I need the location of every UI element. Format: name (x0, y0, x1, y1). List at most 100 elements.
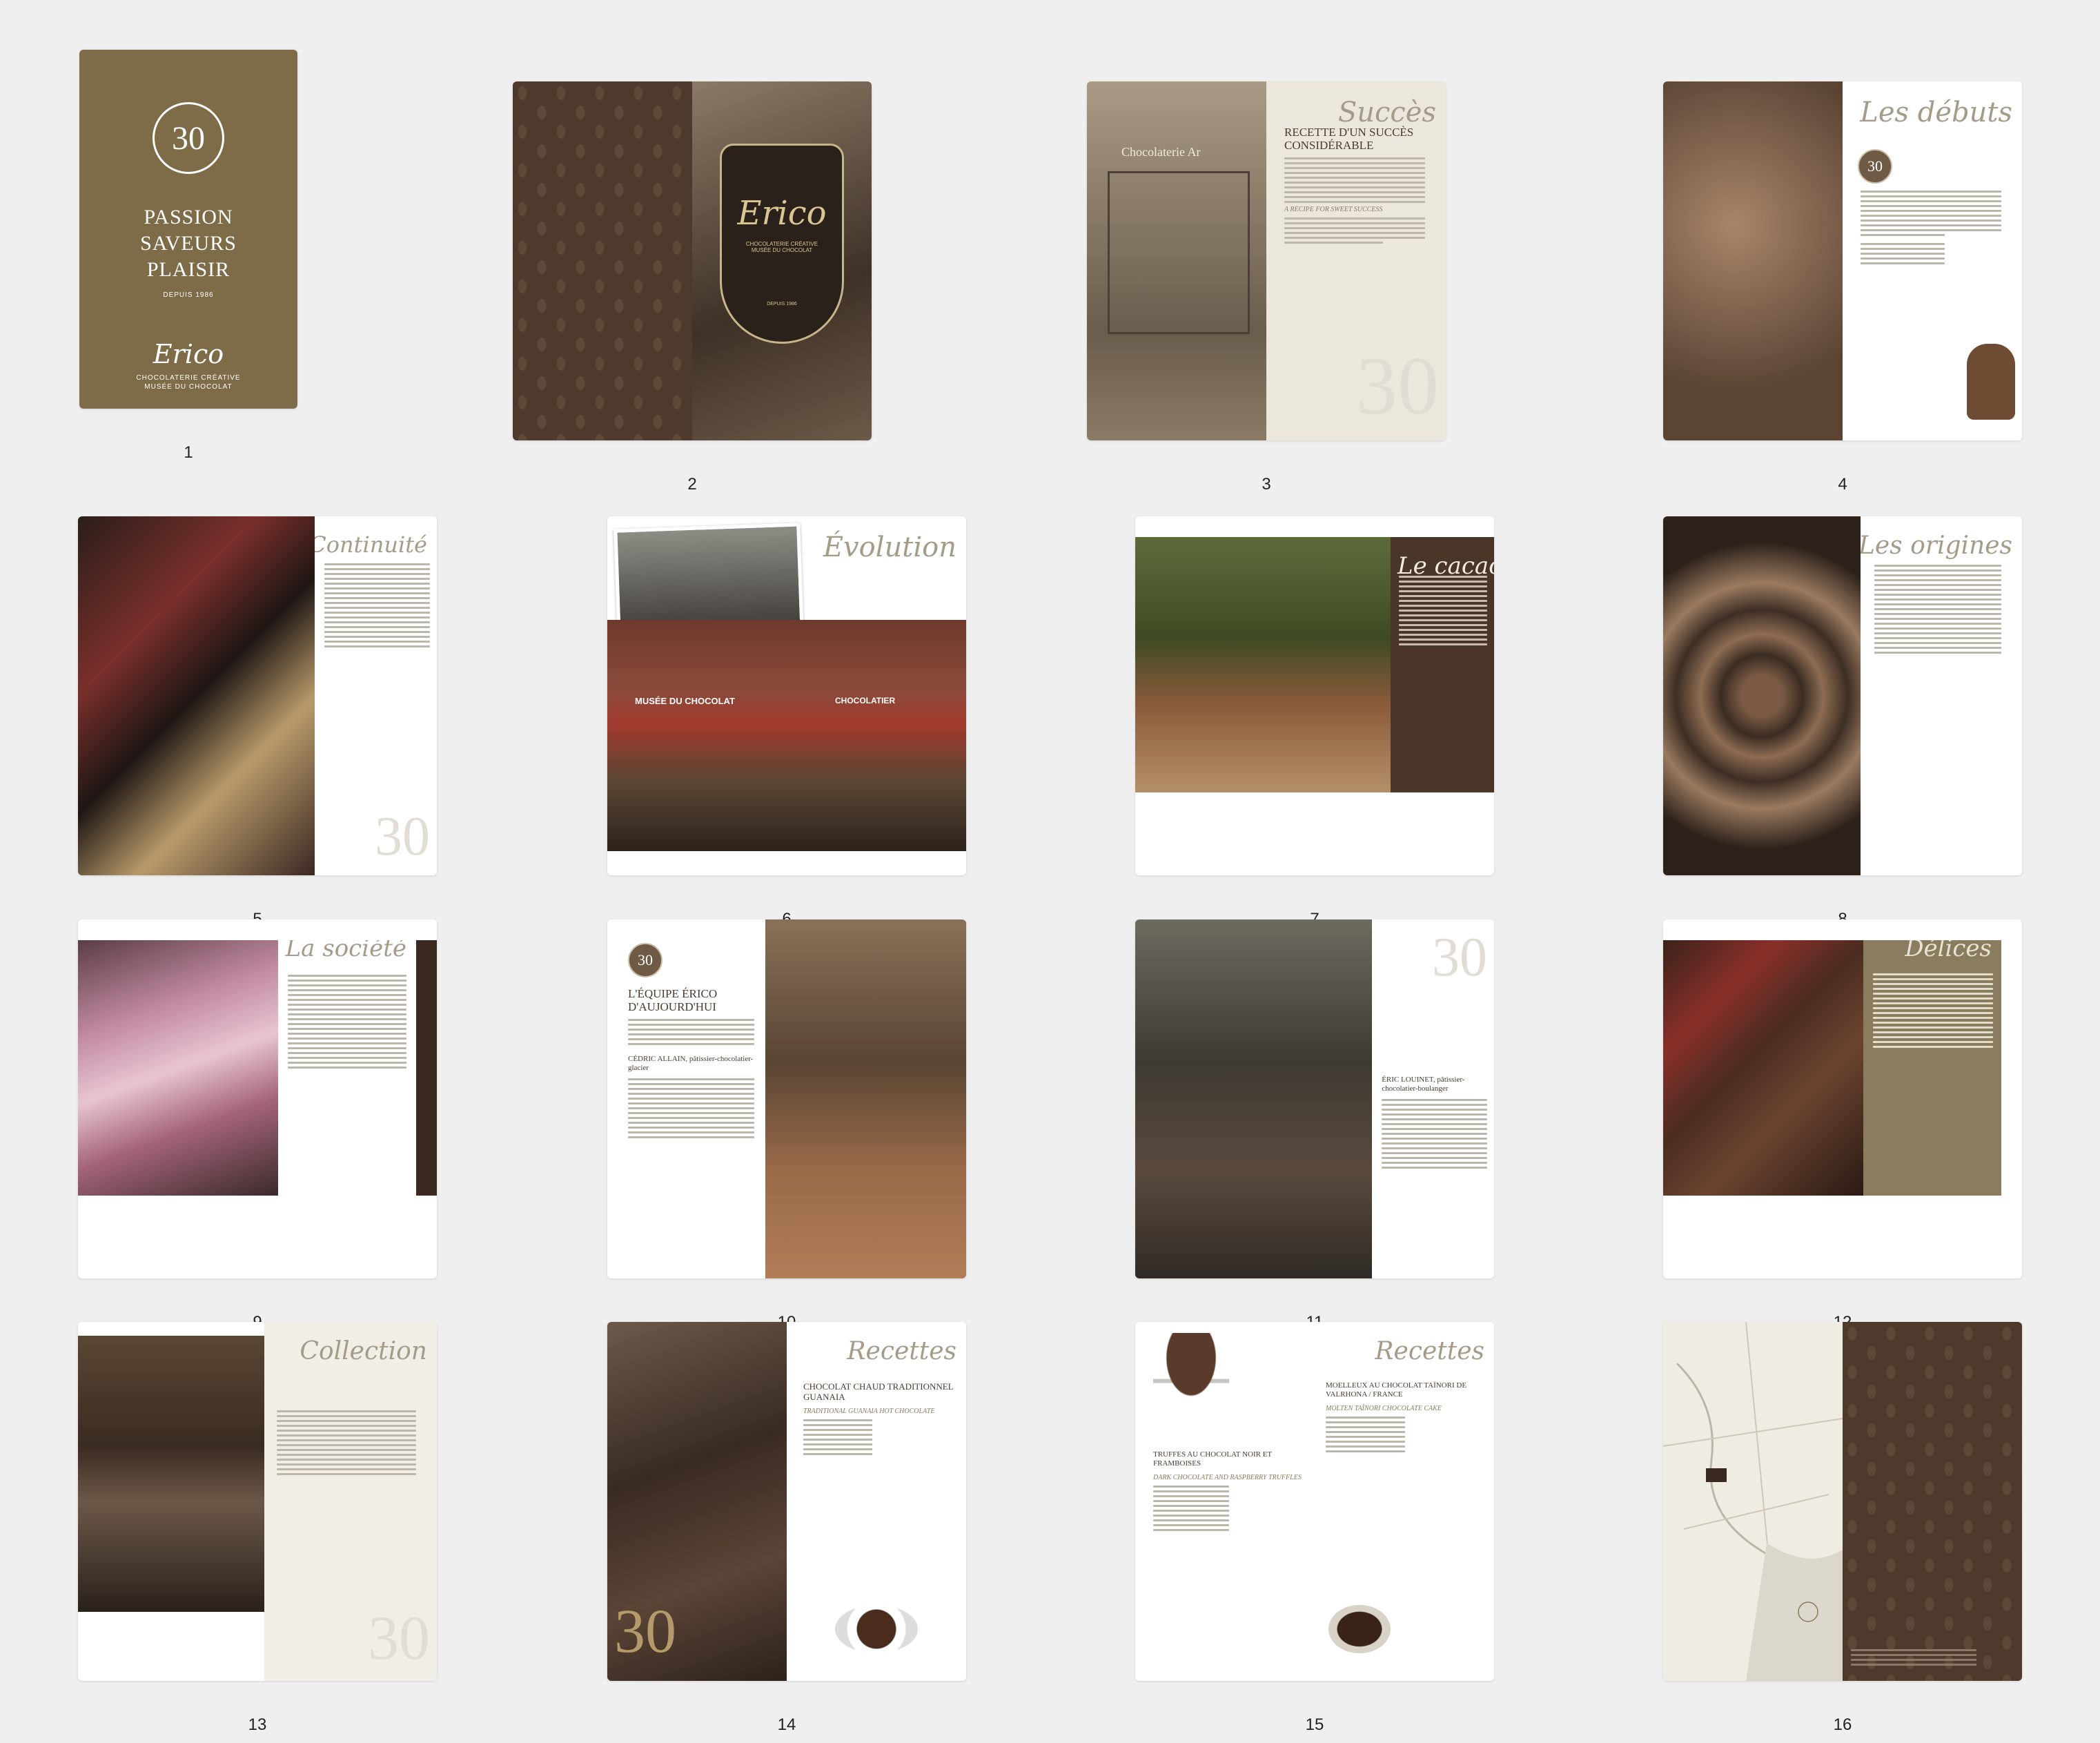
text-page: Les débuts 30 (1843, 81, 2022, 440)
spread: Collection 30 (78, 1322, 437, 1681)
photo-chef-eric (1135, 919, 1373, 1278)
text-page: Continuité 30 (315, 516, 437, 875)
cover-desc: MUSÉE DU CHOCOLAT (144, 383, 233, 391)
sign-line: MUSÉE DU CHOCOLAT (751, 247, 813, 253)
text-page: Collection 30 (264, 1322, 437, 1681)
cover-tagline: SAVEURS (140, 232, 237, 255)
page-number: 14 (777, 1715, 796, 1734)
page-thumbnail-13[interactable]: Collection 30 13 (23, 1322, 547, 1743)
awning-text: MUSÉE DU CHOCOLAT (635, 696, 735, 706)
page-thumbnail-15[interactable]: TRUFFES AU CHOCOLAT NOIR ET FRAMBOISES D… (1080, 1322, 1605, 1743)
page-thumbnail-10[interactable]: 30 L'ÉQUIPE ÉRICO D'AUJOURD'HUI CÉDRIC A… (552, 919, 1077, 1341)
photo-hot-chocolate (835, 1605, 918, 1653)
photo-collection (78, 1336, 265, 1612)
recipe-subheading: DARK CHOCOLATE AND RASPBERRY TRUFFLES (1153, 1474, 1302, 1481)
article-subheading: CÉDRIC ALLAIN, pâtissier-chocolatier-gla… (628, 1055, 754, 1072)
section-title: Recettes (847, 1337, 956, 1365)
photo-molten-cake (1328, 1605, 1391, 1653)
cover-since: DEPUIS 1986 (163, 291, 214, 299)
photo-gift-boxes (78, 516, 315, 875)
page-number: 1 (184, 443, 193, 462)
photo-mayan-calendar (1663, 516, 1861, 875)
city-map (1663, 1322, 1843, 1681)
sign-since: DEPUIS 1986 (767, 302, 797, 306)
text-page: Succès RECETTE D'UN SUCCÈS CONSIDÉRABLE … (1266, 81, 1446, 440)
photo-pastries (1663, 940, 1863, 1196)
page-number: 3 (1262, 475, 1271, 494)
anniversary-seal: 30 (628, 943, 663, 977)
page-thumbnail-7[interactable]: Le cacao 7 (1080, 516, 1605, 937)
page-thumbnail-8[interactable]: Les origines 8 (1608, 516, 2100, 937)
text-page: La société (278, 940, 416, 1196)
section-title: Continuité (315, 532, 427, 558)
photo-cocoa-beans: 30 (607, 1322, 787, 1681)
text-page: Les origines (1861, 516, 2022, 875)
anniversary-emblem: 30 (153, 102, 224, 174)
cover-tagline: PLAISIR (146, 258, 230, 281)
text-page: Recettes CHOCOLAT CHAUD TRADITIONNEL GUA… (787, 1322, 966, 1681)
store-sign: Chocolaterie Ar (1121, 145, 1201, 159)
sign-line: CHOCOLATERIE CRÉATIVE (745, 241, 818, 247)
article-heading: ÉRIC LOUINET, pâtissier-chocolatier-boul… (1382, 1075, 1465, 1093)
cover-page: 30 PASSION SAVEURS PLAISIR DEPUIS 1986 E… (79, 50, 297, 409)
page-thumbnail-2[interactable]: Erico CHOCOLATERIE CRÉATIVE MUSÉE DU CHO… (455, 81, 980, 503)
page-thumbnail-9[interactable]: La société 9 (23, 919, 547, 1341)
page-number: 15 (1305, 1715, 1324, 1734)
photo-chocolatier (1663, 81, 1843, 440)
photo-storefront: MUSÉE DU CHOCOLAT CHOCOLATIER (607, 620, 966, 851)
page-thumbnail-16[interactable]: 16 (1608, 1322, 2100, 1743)
photo-chef-cedric (765, 919, 966, 1278)
spread: Les débuts 30 (1663, 81, 2022, 440)
pattern-panel (1843, 1322, 2022, 1681)
pattern-panel (513, 81, 692, 440)
spread: Les origines (1663, 516, 2022, 875)
page-thumbnail-6[interactable]: Évolution MUSÉE DU CHOCOLAT CHOCOLATIER … (552, 516, 1077, 937)
page-number: 4 (1838, 475, 1847, 494)
page-thumbnail-5[interactable]: Continuité 30 5 (23, 516, 547, 937)
photo-cacao-pods (1135, 537, 1391, 792)
photo-storefront: Chocolaterie Ar (1087, 81, 1266, 440)
section-title: Les débuts (1860, 97, 2012, 128)
text-page: 30 L'ÉQUIPE ÉRICO D'AUJOURD'HUI CÉDRIC A… (607, 919, 765, 1278)
photo-truffles (1153, 1333, 1229, 1416)
article-heading: L'ÉQUIPE ÉRICO D'AUJOURD'HUI (628, 987, 718, 1013)
spread: TRUFFES AU CHOCOLAT NOIR ET FRAMBOISES D… (1135, 1322, 1494, 1681)
section-title: Recettes (1375, 1337, 1484, 1365)
text-page: Recettes MOELLEUX AU CHOCOLAT TAÏNORI DE… (1315, 1322, 1494, 1681)
page-thumbnail-14[interactable]: 30 Recettes CHOCOLAT CHAUD TRADITIONNEL … (552, 1322, 1077, 1743)
page-thumbnail-3[interactable]: Chocolaterie Ar Succès RECETTE D'UN SUCC… (1032, 81, 1556, 503)
recipe-subheading: MOLTEN TAÏNORI CHOCOLATE CAKE (1326, 1405, 1442, 1412)
page-thumbnail-4[interactable]: Les débuts 30 4 (1608, 81, 2100, 503)
section-title: Collection (300, 1337, 427, 1365)
recipe-heading: MOELLEUX AU CHOCOLAT TAÏNORI DE VALRHONA… (1326, 1381, 1467, 1399)
cover-desc: CHOCOLATERIE CRÉATIVE (136, 374, 241, 382)
chocolate-sculpture (1967, 344, 2015, 420)
text-page: 30 ÉRIC LOUINET, pâtissier-chocolatier-b… (1372, 919, 1494, 1278)
recipe-subheading: TRADITIONAL GUANAIA HOT CHOCOLATE (803, 1408, 935, 1415)
text-page: TRUFFES AU CHOCOLAT NOIR ET FRAMBOISES D… (1135, 1322, 1315, 1681)
page-number: 16 (1833, 1715, 1852, 1734)
spread: 30 ÉRIC LOUINET, pâtissier-chocolatier-b… (1135, 919, 1494, 1278)
recipe-heading: TRUFFES AU CHOCOLAT NOIR ET FRAMBOISES (1153, 1450, 1272, 1468)
spread: La société (78, 919, 437, 1278)
page-thumbnail-12[interactable]: Délices 12 (1608, 919, 2100, 1341)
section-title: Les origines (1861, 532, 2012, 560)
spread: Évolution MUSÉE DU CHOCOLAT CHOCOLATIER (607, 516, 966, 875)
brand-logo: Erico (153, 339, 224, 369)
page-thumbnail-11[interactable]: 30 ÉRIC LOUINET, pâtissier-chocolatier-b… (1080, 919, 1605, 1341)
spread (1663, 1322, 2022, 1681)
article-heading: RECETTE D'UN SUCCÈS CONSIDÉRABLE (1284, 126, 1414, 152)
awning-text: CHOCOLATIER (835, 696, 896, 705)
text-page: Le cacao (1391, 537, 1494, 792)
spread: 30 L'ÉQUIPE ÉRICO D'AUJOURD'HUI CÉDRIC A… (607, 919, 966, 1278)
spread: Chocolaterie Ar Succès RECETTE D'UN SUCC… (1087, 81, 1446, 440)
section-title: La société (285, 940, 406, 962)
map-page (1663, 1322, 1843, 1681)
cover-tagline: PASSION (144, 206, 233, 228)
photo-sign: Erico CHOCOLATERIE CRÉATIVE MUSÉE DU CHO… (692, 81, 872, 440)
sign-brand: Erico (737, 194, 827, 233)
section-title: Évolution (823, 532, 956, 563)
spread: Continuité 30 (78, 516, 437, 875)
page-thumbnail-1[interactable]: 30 PASSION SAVEURS PLAISIR DEPUIS 1986 E… (0, 50, 524, 471)
anniversary-emblem: 30 (614, 1597, 676, 1666)
